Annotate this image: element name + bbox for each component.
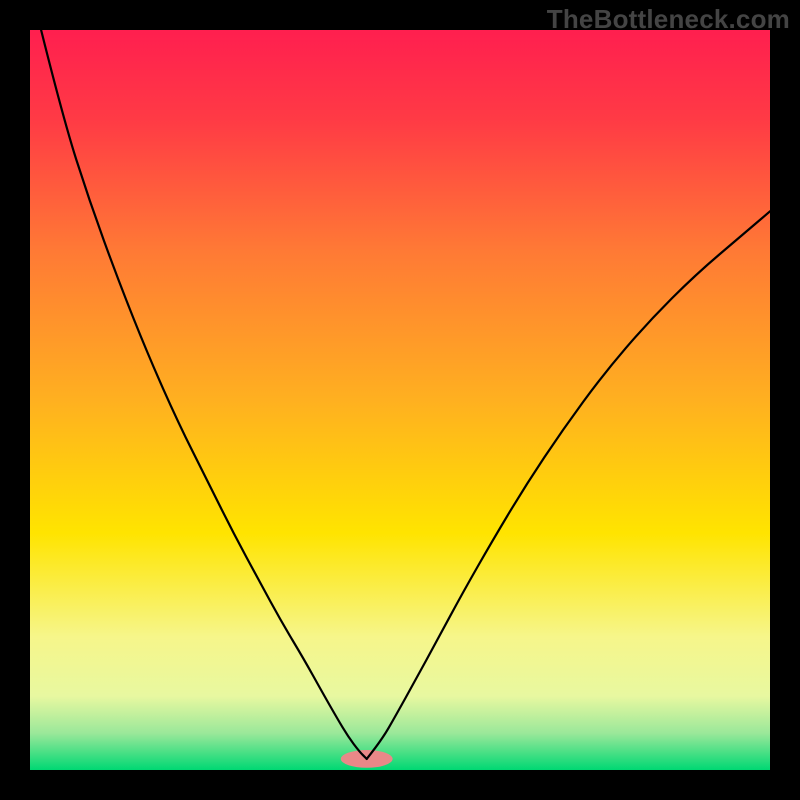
chart-frame: TheBottleneck.com xyxy=(0,0,800,800)
plot-area xyxy=(30,30,770,770)
watermark-text: TheBottleneck.com xyxy=(547,4,790,35)
chart-svg xyxy=(30,30,770,770)
gradient-background xyxy=(30,30,770,770)
